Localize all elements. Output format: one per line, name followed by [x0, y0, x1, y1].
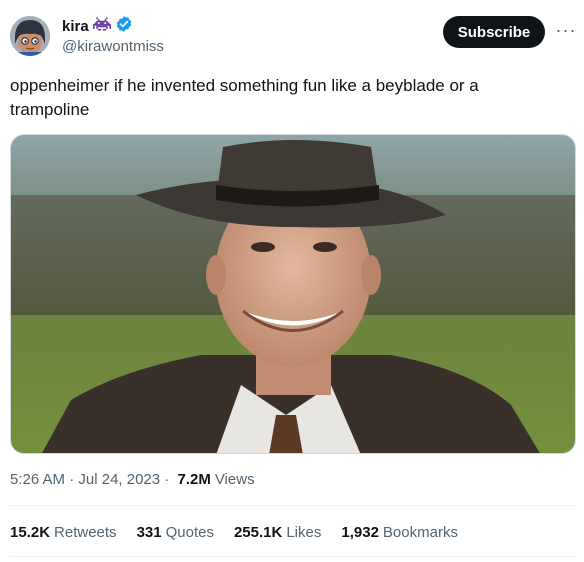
handle[interactable]: @kirawontmiss [62, 38, 164, 55]
more-options-icon[interactable]: ··· [554, 18, 578, 42]
author-names: kira @kirawontmiss [62, 15, 164, 55]
avatar[interactable] [10, 16, 50, 56]
quotes-count: 331 [136, 524, 162, 541]
cartoon-avatar-icon [10, 16, 50, 56]
likes-label: Likes [286, 524, 322, 541]
bookmarks-count: 1,932 [341, 524, 379, 541]
tweet-text: oppenheimer if he invented something fun… [10, 76, 479, 119]
retweets-label: Retweets [54, 524, 117, 541]
divider [10, 505, 576, 506]
quotes-stat[interactable]: 331 Quotes [137, 524, 214, 541]
likes-stat[interactable]: 255.1K Likes [234, 524, 321, 541]
views-label: Views [214, 471, 255, 488]
tweet-date[interactable]: Jul 24, 2023 [78, 471, 160, 488]
display-name[interactable]: kira [62, 18, 89, 35]
tweet-time[interactable]: 5:26 AM [10, 471, 65, 488]
bookmarks-stat[interactable]: 1,932 Bookmarks [341, 524, 458, 541]
retweets-count: 15.2K [10, 524, 51, 541]
display-name-row: kira [62, 15, 164, 38]
meta-separator: · [65, 471, 79, 488]
divider [10, 556, 576, 557]
retweets-stat[interactable]: 15.2K Retweets [10, 524, 117, 541]
likes-count: 255.1K [233, 524, 283, 541]
subscribe-button[interactable]: Subscribe [443, 16, 545, 48]
verified-badge-icon [115, 15, 133, 38]
tweet-media-image[interactable] [10, 134, 576, 454]
media-photo [11, 135, 575, 453]
views-count: 7.2M [177, 471, 211, 488]
tweet-meta: 5:26 AM · Jul 24, 2023 · 7.2M Views [10, 471, 255, 488]
tweet-header: kira @kirawontmiss Subscribe ··· [10, 12, 576, 58]
bookmarks-label: Bookmarks [382, 524, 458, 541]
quotes-label: Quotes [165, 524, 214, 541]
engagement-stats: 15.2K Retweets 331 Quotes 255.1K Likes 1,93… [10, 524, 478, 541]
space-invader-icon [92, 16, 111, 37]
meta-separator: · [160, 471, 174, 488]
